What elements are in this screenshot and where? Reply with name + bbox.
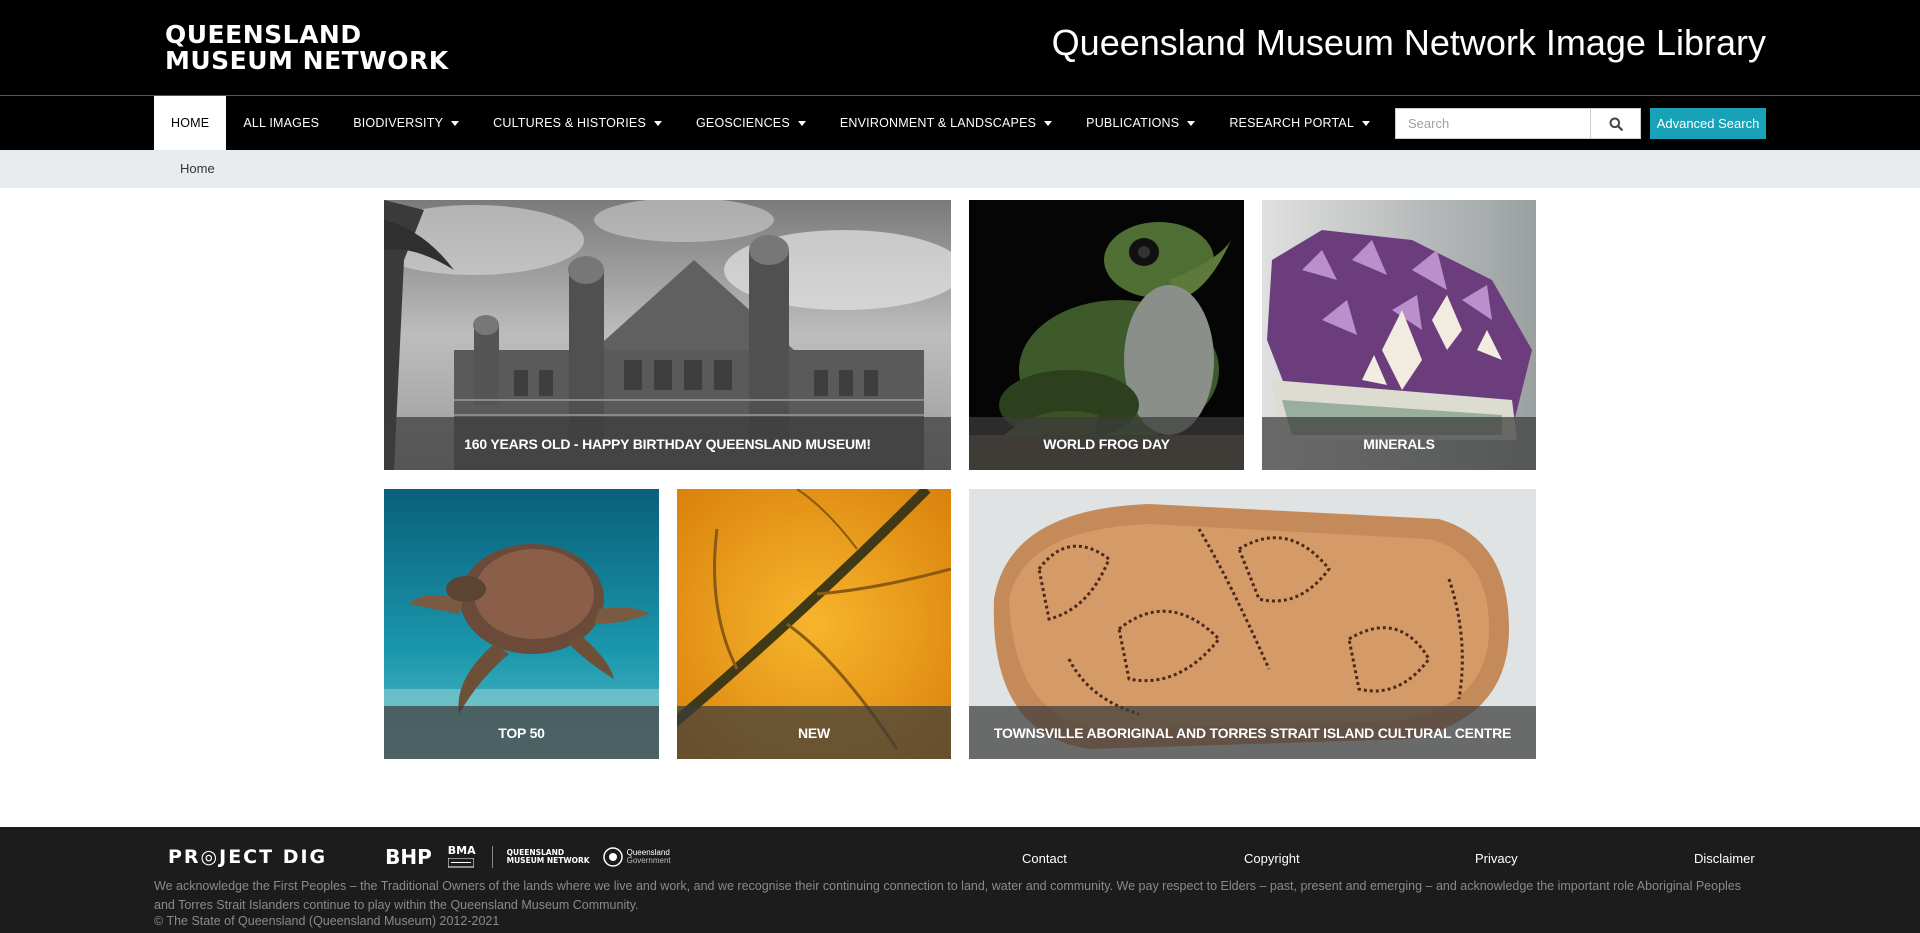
partner-logos: PR◎JECT DIG BHP BMA QUEENSLAND MUSEUM NE… (168, 845, 671, 869)
breadcrumb-home[interactable]: Home (180, 161, 215, 176)
nav-item-biodiversity[interactable]: BIODIVERSITY (336, 96, 476, 150)
copyright-notice: © The State of Queensland (Queensland Mu… (154, 914, 500, 928)
partner-divider (491, 846, 493, 868)
caret-down-icon (1362, 121, 1371, 126)
bma-logo[interactable]: BMA (447, 844, 476, 868)
search-button[interactable] (1590, 108, 1641, 139)
caret-down-icon (1187, 121, 1196, 126)
breadcrumb: Home (180, 161, 215, 176)
caret-down-icon (1044, 121, 1053, 126)
tile-new[interactable]: NEW (677, 489, 951, 759)
nav-item-label: PUBLICATIONS (1086, 116, 1180, 130)
qld-crest-icon (602, 847, 623, 867)
logo-line-1: QUEENSLAND (165, 20, 362, 49)
nav-item-research-portal[interactable]: RESEARCH PORTAL (1212, 96, 1387, 150)
nav-item-label: HOME (171, 116, 210, 130)
nav-item-publications[interactable]: PUBLICATIONS (1069, 96, 1212, 150)
caret-down-icon (797, 121, 806, 126)
nav-item-cultures-histories[interactable]: CULTURES & HISTORIES (476, 96, 679, 150)
breadcrumb-bar: Home (0, 150, 1920, 188)
nav-item-label: BIODIVERSITY (353, 116, 444, 130)
tile-minerals[interactable]: MINERALS (1262, 200, 1536, 470)
tile-caption: WORLD FROG DAY (969, 417, 1244, 470)
acknowledgement-of-country: We acknowledge the First Peoples – the T… (154, 879, 1742, 912)
advanced-search-button[interactable]: Advanced Search (1650, 108, 1766, 139)
qld-government-logo[interactable]: Queensland Government (602, 846, 671, 868)
caret-down-icon (653, 121, 662, 126)
footer-link-contact[interactable]: Contact (1022, 851, 1067, 866)
site-header: QUEENSLAND MUSEUM NETWORK Queensland Mus… (0, 0, 1920, 95)
nav-item-label: ALL IMAGES (243, 116, 320, 130)
qmn-logo[interactable]: QUEENSLAND MUSEUM NETWORK (507, 849, 590, 865)
tile-top-50[interactable]: TOP 50 (384, 489, 659, 759)
footer-link-copyright[interactable]: Copyright (1244, 851, 1300, 866)
search-input[interactable] (1395, 108, 1590, 139)
site-logo[interactable]: QUEENSLAND MUSEUM NETWORK (165, 22, 449, 74)
bma-logo-text: BMA (447, 844, 476, 857)
bhp-logo[interactable]: BHP (385, 845, 432, 869)
search-group (1395, 108, 1641, 139)
tile-caption: MINERALS (1262, 417, 1536, 470)
qld-government-line-2: Government (626, 856, 671, 865)
nav-item-geosciences[interactable]: GEOSCIENCES (679, 96, 823, 150)
search-icon (1609, 117, 1623, 131)
project-dig-logo[interactable]: PR◎JECT DIG (168, 846, 327, 868)
tile-qm-birthday[interactable]: 160 YEARS OLD - HAPPY BIRTHDAY QUEENSLAN… (384, 200, 951, 470)
tile-caption: 160 YEARS OLD - HAPPY BIRTHDAY QUEENSLAN… (384, 417, 951, 470)
nav-item-all-images[interactable]: ALL IMAGES (226, 96, 336, 150)
nav-item-label: ENVIRONMENT & LANDSCAPES (839, 116, 1037, 130)
footer-link-privacy[interactable]: Privacy (1475, 851, 1518, 866)
nav-item-home[interactable]: HOME (154, 96, 227, 150)
nav-item-label: RESEARCH PORTAL (1229, 116, 1355, 130)
nav-item-label: CULTURES & HISTORIES (493, 116, 646, 130)
caret-down-icon (451, 121, 460, 126)
nav-item-environment-landscapes[interactable]: ENVIRONMENT & LANDSCAPES (823, 96, 1069, 150)
tile-caption: TOP 50 (384, 706, 659, 759)
bma-mark-icon (447, 858, 474, 868)
nav-items: HOME ALL IMAGES BIODIVERSITY CULTURES & … (154, 96, 1387, 150)
nav-item-label: GEOSCIENCES (695, 116, 790, 130)
footer-link-disclaimer[interactable]: Disclaimer (1694, 851, 1755, 866)
tile-world-frog-day[interactable]: WORLD FROG DAY (969, 200, 1244, 470)
tile-caption: TOWNSVILLE ABORIGINAL AND TORRES STRAIT … (969, 706, 1536, 759)
main-nav: HOME ALL IMAGES BIODIVERSITY CULTURES & … (0, 95, 1920, 150)
tile-caption: NEW (677, 706, 951, 759)
qmn-logo-line-2: MUSEUM NETWORK (506, 856, 590, 865)
site-title: Queensland Museum Network Image Library (1051, 22, 1766, 63)
tile-townsville-cultural-centre[interactable]: TOWNSVILLE ABORIGINAL AND TORRES STRAIT … (969, 489, 1536, 759)
logo-line-2: MUSEUM NETWORK (165, 46, 449, 75)
